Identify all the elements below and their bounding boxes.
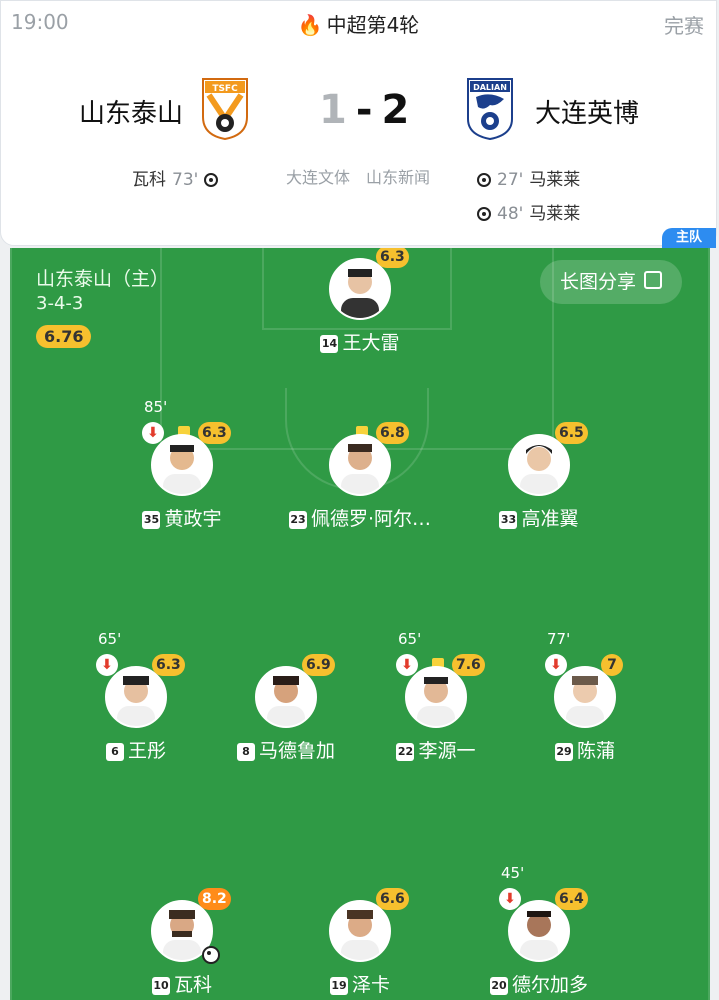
- player-card[interactable]: 45' ⬇ 6.4 20 德尔加多: [459, 864, 619, 998]
- source-link[interactable]: 山东新闻: [366, 168, 430, 187]
- share-button[interactable]: 长图分享: [540, 260, 682, 304]
- player-name: 35 黄政宇: [142, 508, 222, 530]
- goal-scorer: 马莱莱: [529, 170, 581, 190]
- player-avatar: [508, 900, 570, 962]
- player-avatar: [105, 666, 167, 728]
- sub-minute: 65': [98, 630, 122, 648]
- player-name: 22 李源一: [396, 740, 476, 762]
- home-team-badge[interactable]: TSFC: [201, 77, 249, 141]
- player-card[interactable]: 65' ⬇ 6.3 6 王彤: [56, 630, 216, 764]
- score: 1-2: [319, 87, 411, 133]
- jersey-icon: 33: [499, 511, 518, 529]
- away-goal-event: 27' 马莱莱: [477, 165, 580, 190]
- player-avatar: [151, 434, 213, 496]
- football-icon: [202, 946, 220, 964]
- player-name: 10 瓦科: [151, 974, 212, 996]
- player-rating: 6.9: [302, 654, 335, 676]
- football-icon: [477, 173, 491, 187]
- player-rating: 6.8: [376, 422, 409, 444]
- share-label: 长图分享: [559, 271, 636, 293]
- player-rating: 6.3: [152, 654, 185, 676]
- player-rating: 7.6: [452, 654, 485, 676]
- player-card[interactable]: 77' ⬇ 7 29 陈蒲: [505, 630, 665, 764]
- team-rating-badge: 6.76: [36, 325, 92, 348]
- player-card[interactable]: 8.2 10 瓦科: [102, 878, 262, 998]
- sub-minute: 65': [398, 630, 422, 648]
- home-score: 1: [319, 87, 348, 133]
- jersey-icon: 35: [142, 511, 161, 529]
- formation: 3-4-3: [36, 293, 84, 314]
- jersey-icon: 6: [105, 743, 124, 761]
- player-card[interactable]: 65' ⬇ 7.6 22 李源一: [356, 630, 516, 764]
- home-badge-text: TSFC: [212, 84, 238, 94]
- player-name: 8 马德鲁加: [206, 736, 366, 763]
- player-rating: 6.3: [376, 248, 409, 268]
- player-name: 20 德尔加多: [489, 974, 588, 996]
- match-status: 完赛: [664, 14, 704, 38]
- player-rating: 8.2: [198, 888, 231, 910]
- player-card[interactable]: 85' ⬇ 6.3 35 黄政宇: [102, 398, 262, 532]
- sub-minute: 77': [547, 630, 571, 648]
- jersey-icon: 14: [320, 335, 339, 353]
- player-rating: 6.5: [555, 422, 588, 444]
- player-card[interactable]: 6.9 8 马德鲁加: [206, 644, 366, 764]
- player-avatar: [329, 258, 391, 320]
- player-rating: 6.6: [376, 888, 409, 910]
- home-team-name[interactable]: 山东泰山: [79, 93, 183, 130]
- jersey-icon: 19: [329, 977, 348, 995]
- away-badge-text: DALIAN: [473, 83, 507, 92]
- player-rating: 6.4: [555, 888, 588, 910]
- football-icon: [204, 173, 219, 187]
- football-icon: [477, 207, 491, 221]
- player-card[interactable]: 6.5 33 高准翼: [459, 412, 619, 532]
- home-team-tab[interactable]: 主队: [662, 228, 716, 248]
- home-goal-event: 瓦科 73': [132, 165, 219, 190]
- round-label: 中超第4轮: [326, 13, 420, 37]
- jersey-icon: 29: [554, 743, 573, 761]
- away-team-name[interactable]: 大连英博: [535, 93, 639, 130]
- jersey-icon: 10: [151, 977, 170, 995]
- goal-minute: 73': [172, 170, 199, 190]
- round-title: 🔥 中超第4轮: [1, 9, 716, 38]
- jersey-icon: 23: [288, 511, 307, 529]
- sub-minute: 45': [501, 864, 525, 882]
- away-goal-event: 48' 马莱莱: [477, 199, 580, 224]
- player-avatar: [329, 900, 391, 962]
- match-header-card: 19:00 🔥 中超第4轮 完赛 山东泰山 TSFC 1-2 DALIAN 大连英…: [0, 0, 717, 248]
- goal-scorer: 马莱莱: [529, 204, 581, 224]
- player-name: 19 泽卡: [329, 974, 390, 996]
- player-name: 6 王彤: [56, 736, 216, 763]
- player-card[interactable]: 6.3 14 王大雷: [280, 248, 440, 356]
- player-avatar: [329, 434, 391, 496]
- goal-minute: 48': [497, 204, 524, 224]
- player-name: 23 佩德罗·阿尔…: [288, 508, 432, 530]
- player-name: 29 陈蒲: [554, 740, 615, 762]
- sub-minute: 85': [144, 398, 168, 416]
- player-avatar: [405, 666, 467, 728]
- player-avatar: [508, 434, 570, 496]
- away-score: 2: [381, 87, 411, 133]
- player-card[interactable]: 6.8 23 佩德罗·阿尔…: [280, 412, 440, 532]
- news-sources: 大连文体 山东新闻: [286, 164, 446, 188]
- goal-scorer: 瓦科: [132, 170, 166, 190]
- source-link[interactable]: 大连文体: [286, 168, 350, 187]
- lineup-pitch: 山东泰山（主） 3-4-3 6.76 长图分享 6.3 14 王大雷 85' ⬇ …: [10, 248, 710, 1000]
- player-avatar: [255, 666, 317, 728]
- player-rating: 7: [601, 654, 623, 676]
- player-name: 14 王大雷: [320, 332, 400, 354]
- player-card[interactable]: 6.6 19 泽卡: [280, 878, 440, 998]
- player-avatar: [554, 666, 616, 728]
- jersey-icon: 8: [236, 743, 255, 761]
- goal-minute: 27': [497, 170, 524, 190]
- share-icon: [644, 271, 662, 289]
- player-rating: 6.3: [198, 422, 231, 444]
- fire-icon: 🔥: [297, 13, 323, 37]
- player-name: 33 高准翼: [499, 508, 579, 530]
- lineup-team-label: 山东泰山（主）: [36, 268, 170, 290]
- away-team-badge[interactable]: DALIAN: [466, 77, 514, 141]
- jersey-icon: 22: [396, 743, 415, 761]
- jersey-icon: 20: [489, 977, 508, 995]
